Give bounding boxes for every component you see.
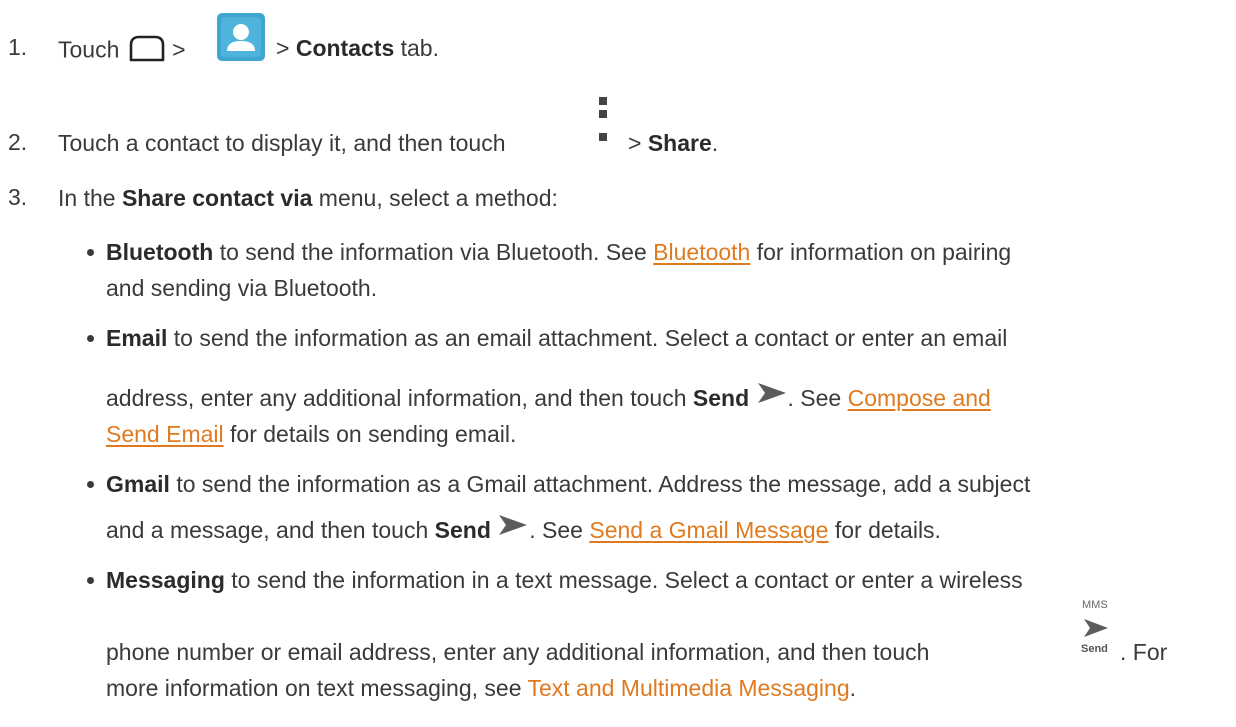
bluetooth-line-1: Bluetooth to send the information via Bl…	[106, 237, 1011, 267]
bullet-point	[87, 335, 94, 342]
messaging-text-3: more information on text messaging, see	[106, 675, 522, 701]
text-and-multimedia-messaging-link[interactable]: Text and Multimedia Messaging	[527, 675, 849, 701]
step-2-sep: >	[628, 130, 642, 156]
share-label: Share	[647, 130, 712, 156]
bullet-point	[87, 249, 94, 256]
step-1-text-2: > Contacts tab.	[276, 33, 439, 63]
step-1-sep-1: >	[172, 36, 186, 63]
step-number: 3.	[8, 184, 28, 210]
share-contact-via-label: Share contact via	[121, 185, 313, 211]
overflow-menu-icon	[599, 95, 609, 151]
send-a-gmail-message-link[interactable]: Send a Gmail Message	[589, 517, 828, 543]
step-2-period: .	[711, 130, 719, 156]
email-see: . See	[787, 385, 842, 411]
bluetooth-line-2: and sending via Bluetooth.	[106, 275, 378, 301]
bullet-point	[87, 481, 94, 488]
gmail-term: Gmail	[106, 471, 170, 497]
email-send-label: Send	[692, 385, 750, 411]
compose-and-send-email-link[interactable]: Compose and	[848, 385, 991, 411]
messaging-line-3: more information on text messaging, see …	[106, 673, 856, 703]
gmail-see: . See	[529, 517, 583, 543]
step-3-prefix: In the	[58, 185, 116, 211]
step-1-tab-suffix: tab.	[400, 35, 439, 61]
send-label: Send	[1081, 643, 1108, 655]
email-line-2: address, enter any additional informatio…	[106, 383, 991, 413]
messaging-text-1: to send the information in a text messag…	[231, 567, 1023, 593]
email-line-1: Email to send the information as an emai…	[106, 323, 1007, 353]
step-1-touch: Touch	[58, 36, 120, 63]
gmail-text-2: and a message, and then touch	[106, 517, 429, 543]
mms-label: MMS	[1082, 599, 1108, 611]
compose-and-send-email-link-2[interactable]: Send Email	[106, 421, 224, 447]
gmail-line-2: and a message, and then touch Send . See…	[106, 515, 941, 545]
step-2-text-2: > Share.	[628, 128, 718, 158]
bluetooth-text-1: to send the information via Bluetooth. S…	[219, 239, 647, 265]
gmail-tail: for details.	[834, 517, 941, 543]
bluetooth-text-2: for information on pairing	[756, 239, 1012, 265]
bluetooth-link[interactable]: Bluetooth	[653, 239, 750, 265]
bullet-point	[87, 577, 94, 584]
contacts-app-icon	[217, 13, 265, 61]
bluetooth-term: Bluetooth	[106, 239, 214, 265]
home-icon	[128, 33, 166, 70]
step-number: 1.	[8, 34, 28, 60]
step-1-sep-2: >	[276, 35, 290, 61]
step-3-suffix: menu, select a method:	[318, 185, 558, 211]
step-1-text: Touch >	[58, 33, 186, 70]
messaging-term: Messaging	[106, 567, 225, 593]
email-line-3: Send Email for details on sending email.	[106, 419, 516, 449]
contacts-tab-label: Contacts	[295, 35, 395, 61]
messaging-period: .	[849, 675, 857, 701]
gmail-text-1: to send the information as a Gmail attac…	[176, 471, 1031, 497]
step-3-text: In the Share contact via menu, select a …	[58, 183, 558, 213]
messaging-for: . For	[1120, 639, 1168, 665]
send-icon	[756, 381, 788, 412]
step-number: 2.	[8, 129, 28, 155]
gmail-line-1: Gmail to send the information as a Gmail…	[106, 469, 1030, 499]
email-term: Email	[106, 325, 168, 351]
gmail-send-label: Send	[434, 517, 491, 543]
email-text-1: to send the information as an email atta…	[173, 325, 1008, 351]
send-icon	[497, 513, 529, 544]
step-2-text: Touch a contact to display it, and then …	[58, 130, 506, 156]
email-text-2: address, enter any additional informatio…	[106, 385, 687, 411]
messaging-line-1: Messaging to send the information in a t…	[106, 565, 1023, 595]
email-text-3: for details on sending email.	[230, 421, 517, 447]
messaging-line-2: phone number or email address, enter any…	[106, 639, 930, 665]
mms-send-icon: MMS Send	[1075, 599, 1119, 661]
